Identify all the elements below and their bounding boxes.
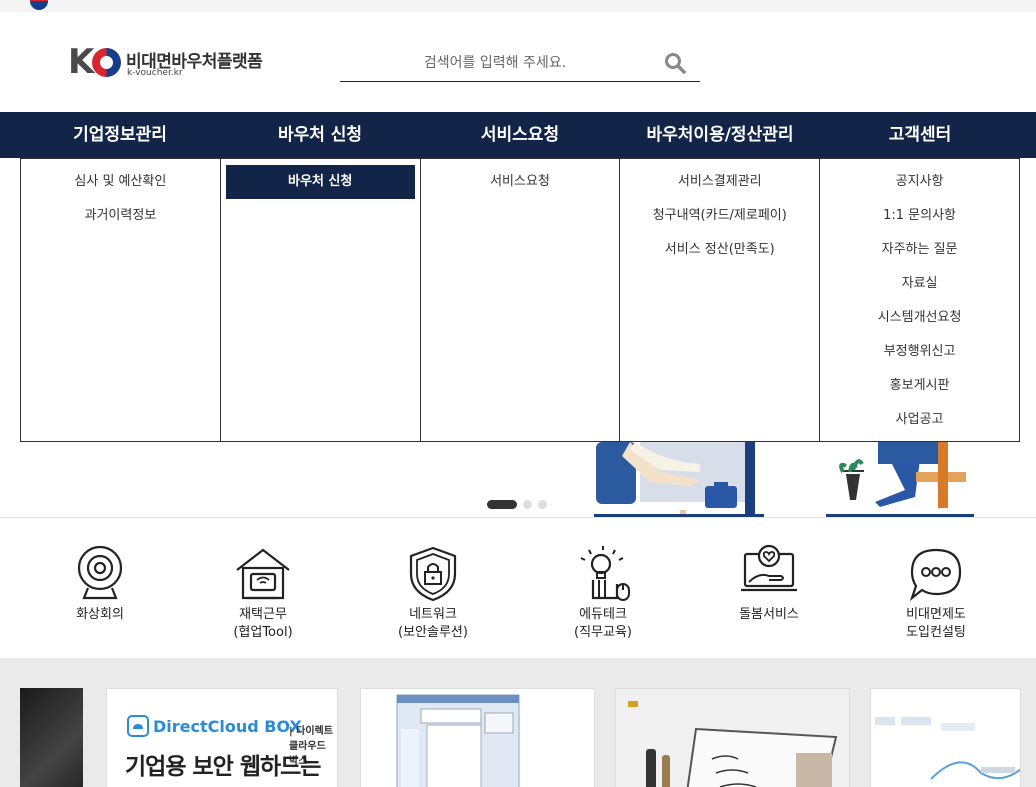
security-shield-icon — [409, 546, 457, 602]
submenu-item[interactable]: 서비스요청 — [421, 165, 620, 199]
submenu-column-service-request: 서비스요청 — [421, 159, 621, 441]
service-network-security[interactable]: 네트워크 (보안솔루션) — [368, 544, 498, 640]
service-care[interactable]: 돌봄서비스 — [704, 544, 834, 625]
nav-menu-customer-center[interactable]: 고객센터 — [820, 112, 1020, 158]
search-icon[interactable] — [664, 52, 686, 74]
submenu-item[interactable]: 부정행위신고 — [820, 335, 1019, 369]
main-nav: 기업정보관리 바우처 신청 서비스요청 바우처이용/정산관리 고객센터 — [0, 112, 1036, 158]
product-carousel: DirectCloud BOX | 다이렉트 클라우드 박스 기업용 보안 웹하… — [0, 658, 1036, 787]
submenu-item[interactable]: 서비스 정산(만족도) — [620, 233, 819, 267]
service-label-sub: (직무교육) — [574, 625, 632, 640]
header: K 비대면바우처플랫폼 k-voucher.kr — [0, 12, 1036, 112]
slider-dot[interactable] — [538, 500, 547, 509]
chat-consulting-icon — [909, 548, 962, 602]
utility-bar — [0, 0, 1036, 12]
edutech-idea-icon — [580, 546, 630, 601]
search-input[interactable] — [340, 46, 650, 80]
submenu-item[interactable]: 심사 및 예산확인 — [21, 165, 220, 199]
site-logo[interactable]: K 비대면바우처플랫폼 k-voucher.kr — [68, 45, 278, 91]
slider-dot-active[interactable] — [487, 500, 517, 509]
product-brand: DirectCloud BOX — [153, 717, 302, 736]
service-video-conference[interactable]: 화상회의 — [35, 544, 165, 625]
cloud-box-icon — [127, 715, 149, 737]
nav-menu-company-info[interactable]: 기업정보관리 — [20, 112, 220, 158]
submenu-item[interactable]: 홍보게시판 — [820, 369, 1019, 403]
service-consulting[interactable]: 비대면제도 도입컨설팅 — [871, 544, 1001, 640]
service-label: 돌봄서비스 — [739, 607, 799, 622]
home-office-icon — [236, 548, 290, 600]
submenu-item[interactable]: 과거이력정보 — [21, 199, 220, 233]
product-card[interactable] — [20, 688, 83, 787]
submenu-item[interactable]: 공지사항 — [820, 165, 1019, 199]
hero-illustration — [594, 442, 974, 517]
product-headline: 기업용 보안 웹하드는 — [125, 754, 321, 780]
product-card[interactable] — [360, 688, 595, 787]
service-label: 네트워크 — [409, 607, 457, 622]
service-label: 에듀테크 — [579, 607, 627, 622]
submenu-column-company-info: 심사 및 예산확인 과거이력정보 — [21, 159, 221, 441]
submenu-column-settlement: 서비스결제관리 청구내역(카드/제로페이) 서비스 정산(만족도) — [620, 159, 821, 441]
service-label-sub: 도입컨설팅 — [906, 625, 966, 640]
slider-pagination — [487, 494, 553, 509]
logo-circle-icon — [92, 48, 121, 77]
logo-domain: k-voucher.kr — [127, 68, 183, 78]
care-laptop-icon — [741, 544, 797, 592]
service-edutech[interactable]: 에듀테크 (직무교육) — [538, 544, 668, 640]
submenu-column-voucher-apply: 바우처 신청 — [221, 159, 421, 441]
service-label: 비대면제도 — [906, 607, 966, 622]
service-label-sub: (보안솔루션) — [398, 625, 468, 640]
nav-menu-voucher-apply[interactable]: 바우처 신청 — [220, 112, 420, 158]
slider-dot[interactable] — [523, 500, 532, 509]
product-card[interactable] — [870, 688, 1021, 787]
submenu-item[interactable]: 자료실 — [820, 267, 1019, 301]
diagram-thumbnail — [875, 717, 1020, 780]
submenu-item[interactable]: 시스템개선요청 — [820, 301, 1019, 335]
submenu-column-customer-center: 공지사항 1:1 문의사항 자주하는 질문 자료실 시스템개선요청 부정행위신고… — [820, 159, 1019, 441]
submenu-item[interactable]: 1:1 문의사항 — [820, 199, 1019, 233]
submenu-item[interactable]: 자주하는 질문 — [820, 233, 1019, 267]
logo-mark-letter: K — [68, 42, 94, 82]
search-box — [340, 46, 700, 82]
service-label-sub: (협업Tool) — [233, 625, 293, 640]
product-card[interactable] — [615, 688, 850, 787]
service-label: 재택근무 — [239, 607, 287, 622]
submenu-item-active[interactable]: 바우처 신청 — [225, 165, 415, 199]
webcam-icon — [77, 545, 123, 600]
tablet-product-photo — [626, 697, 841, 787]
service-categories: 화상회의 재택근무 (협업Tool) 네트워크 (보안솔루션) 에듀테크 (직무… — [0, 518, 1036, 658]
government-emblem-icon — [30, 0, 48, 10]
nav-menu-service-request[interactable]: 서비스요청 — [420, 112, 620, 158]
service-remote-work[interactable]: 재택근무 (협업Tool) — [198, 544, 328, 640]
submenu-item[interactable]: 사업공고 — [820, 403, 1019, 437]
submenu-item[interactable]: 서비스결제관리 — [620, 165, 819, 199]
product-card[interactable]: DirectCloud BOX | 다이렉트 클라우드 박스 기업용 보안 웹하… — [106, 688, 338, 787]
mega-menu: 심사 및 예산확인 과거이력정보 바우처 신청 서비스요청 서비스결제관리 청구… — [20, 158, 1020, 442]
hero-banner — [0, 442, 1036, 518]
software-screenshot-thumbnail — [396, 694, 520, 787]
submenu-item[interactable]: 청구내역(카드/제로페이) — [620, 199, 819, 233]
service-label: 화상회의 — [76, 607, 124, 622]
nav-menu-voucher-settlement[interactable]: 바우처이용/정산관리 — [620, 112, 820, 158]
